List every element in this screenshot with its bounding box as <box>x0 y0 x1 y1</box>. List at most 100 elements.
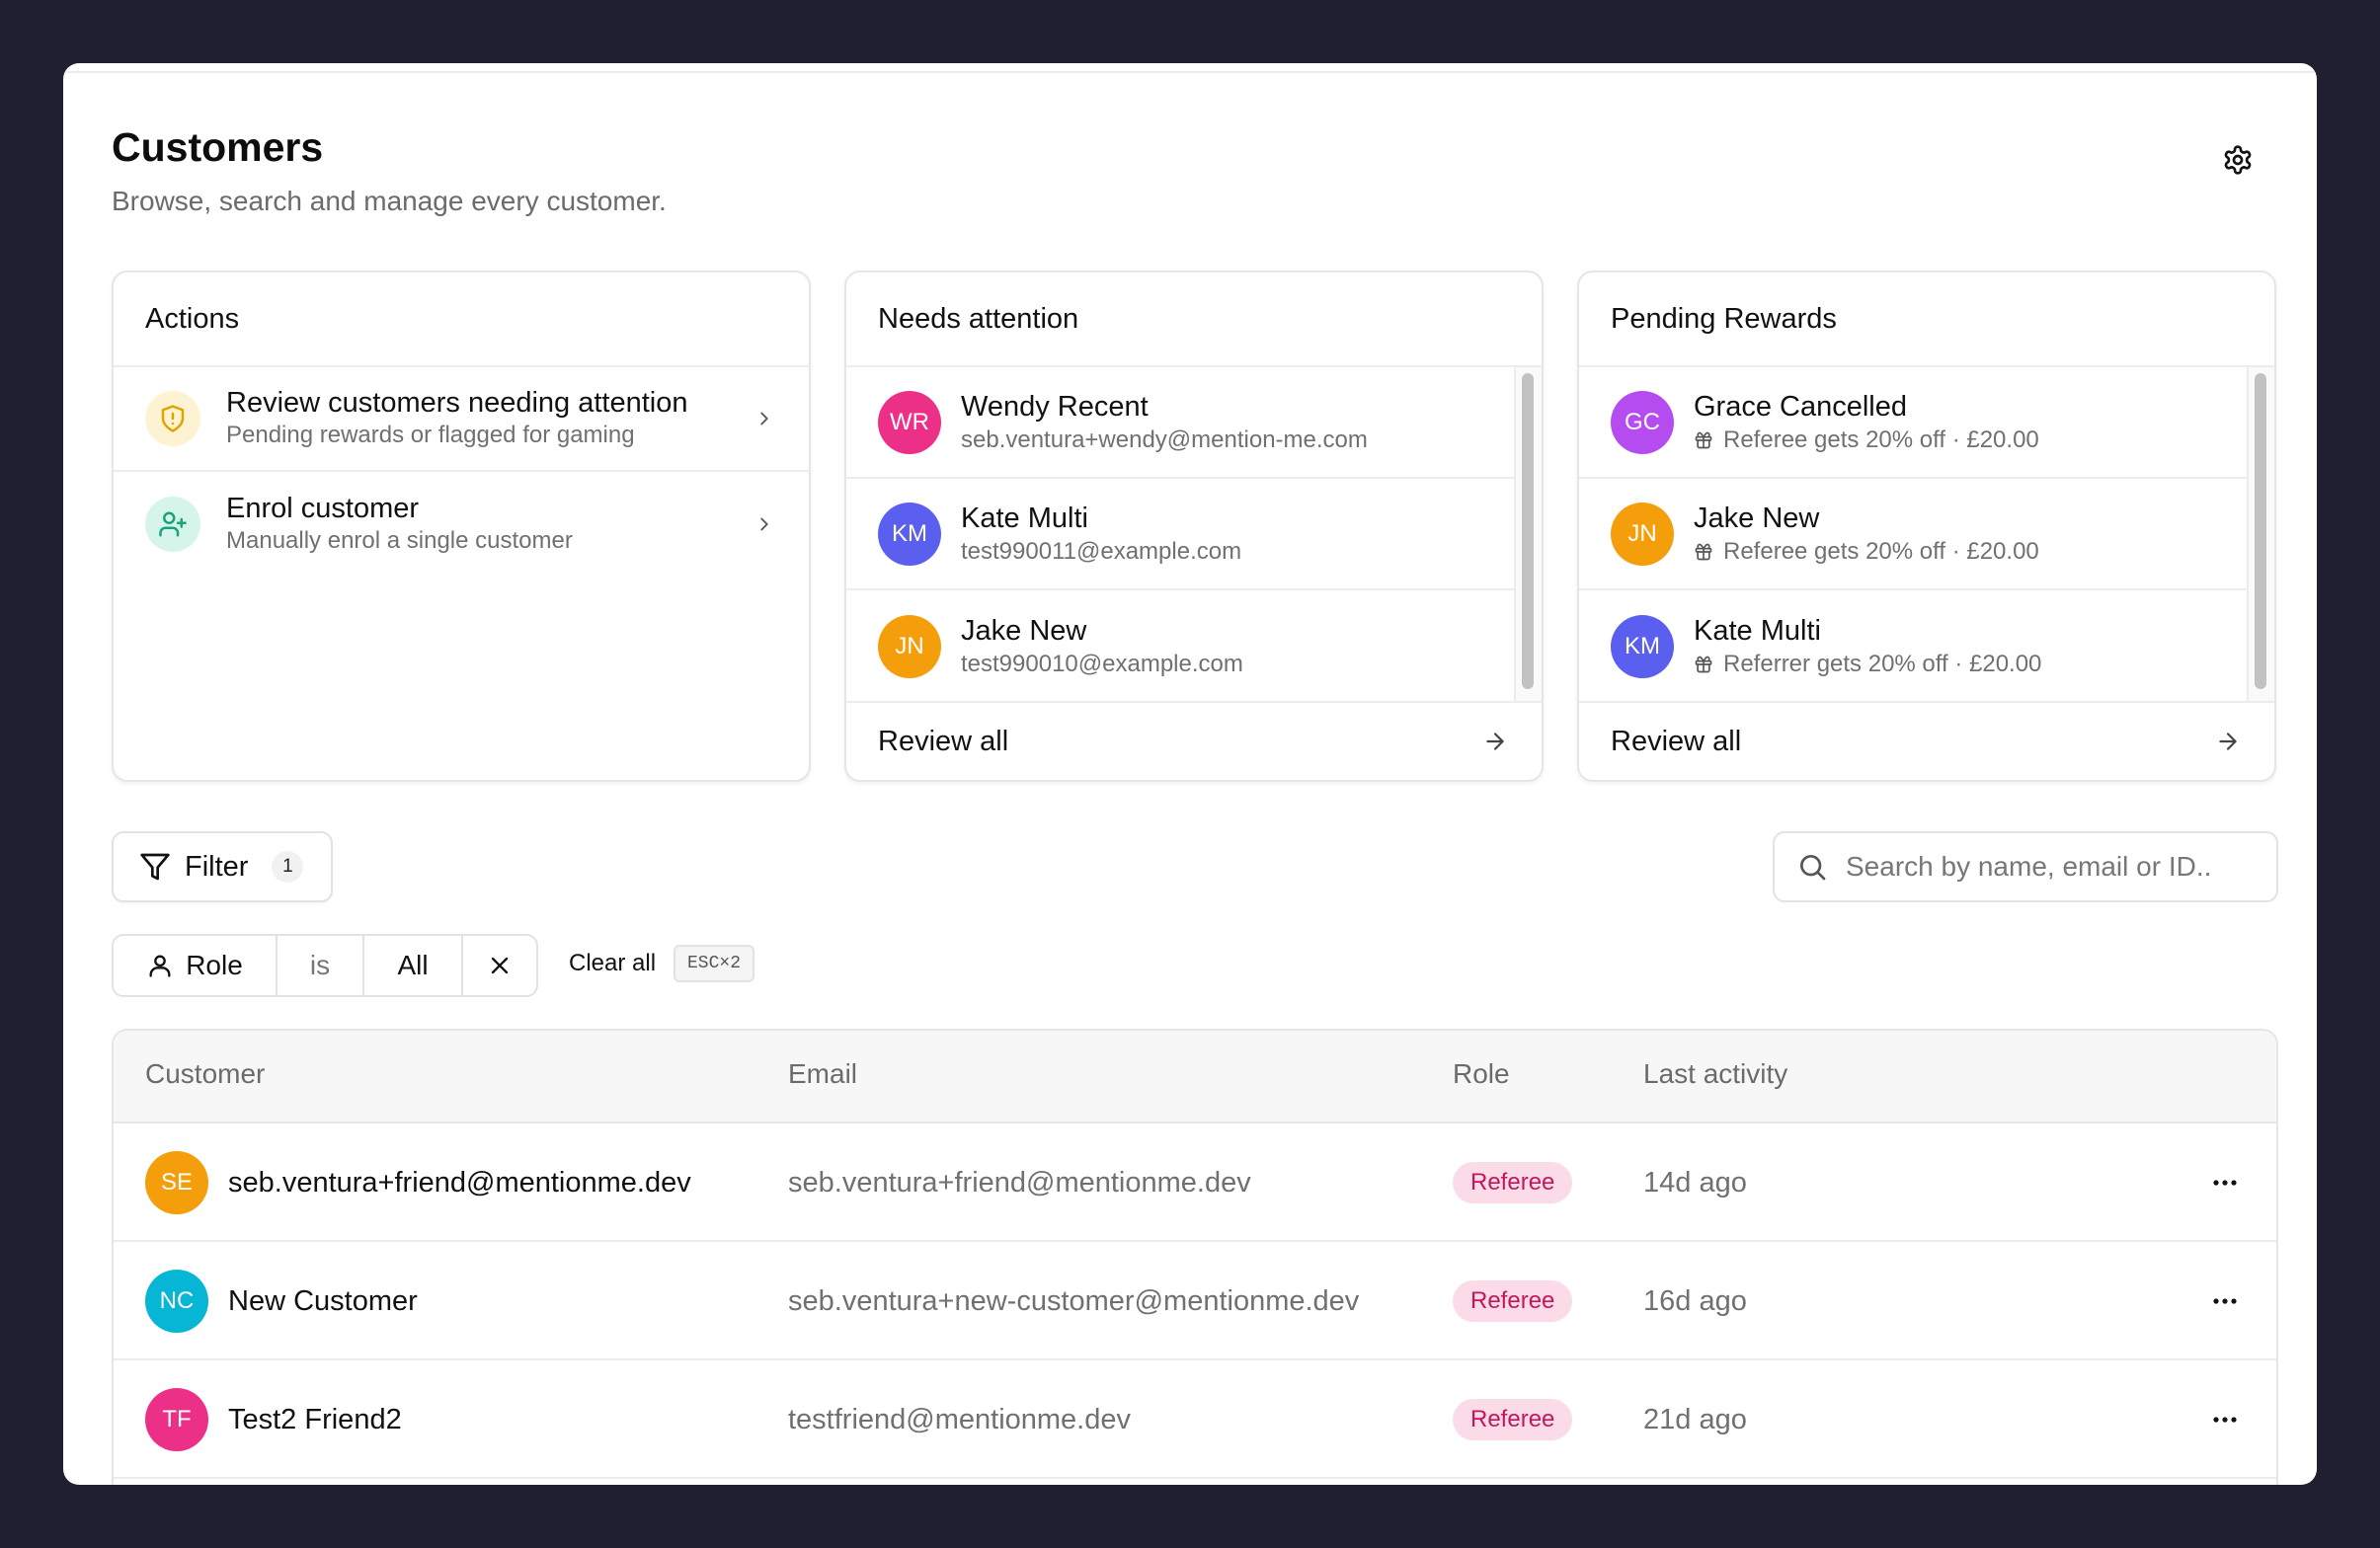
action-title: Review customers needing attention <box>226 387 688 419</box>
customer-email: seb.ventura+wendy@mention-me.com <box>961 426 1368 453</box>
scrollbar[interactable] <box>2247 367 2274 703</box>
customer-name: Kate Multi <box>961 502 1088 534</box>
search-input[interactable] <box>1846 851 2261 883</box>
avatar: WR <box>878 390 941 454</box>
reward-text: Referrer gets 20% off · £20.00 <box>1723 650 2042 677</box>
review-all-label: Review all <box>1611 725 1742 757</box>
table-row[interactable]: TF Test2 Friend2 testfriend@mentionme.de… <box>114 1360 2276 1479</box>
reward-info: Referrer gets 20% off · £20.00 <box>1694 649 2041 680</box>
customer-name: Jake New <box>961 614 1087 647</box>
customer-email: test990011@example.com <box>961 537 1242 565</box>
customer-email: seb.ventura+friend@mentionme.dev <box>788 1166 1251 1199</box>
role-badge: Referee <box>1453 1280 1573 1322</box>
filter-count-badge: 1 <box>272 851 304 883</box>
role-badge: Referee <box>1453 1399 1573 1440</box>
customer-name: seb.ventura+friend@mentionme.dev <box>228 1166 691 1199</box>
user-plus-icon <box>159 511 187 537</box>
scrollbar-thumb[interactable] <box>2255 373 2266 689</box>
action-icon-wrap <box>145 391 200 446</box>
arrow-right-icon <box>2219 733 2237 750</box>
customer-name: Test2 Friend2 <box>228 1403 402 1435</box>
customer-email: seb.ventura+new-customer@mentionme.dev <box>788 1284 1360 1317</box>
list-item[interactable]: JN Jake New test990010@example.com <box>846 590 1514 702</box>
scrollbar[interactable] <box>1514 367 1542 703</box>
chevron-right-icon <box>760 412 768 426</box>
column-header-email[interactable]: Email <box>788 1058 857 1090</box>
filter-label: Filter <box>185 850 249 883</box>
customer-email: testfriend@mentionme.dev <box>788 1403 1131 1435</box>
avatar: GC <box>1611 390 1674 454</box>
gift-icon <box>1695 543 1712 560</box>
reward-text: Referee gets 20% off · £20.00 <box>1723 537 2039 565</box>
list-item[interactable]: GC Grace Cancelled Referee gets 20% off … <box>1579 367 2247 479</box>
list-item[interactable]: JN Jake New Referee gets 20% off · £20.0… <box>1579 479 2247 590</box>
last-activity: 21d ago <box>1643 1403 1747 1435</box>
table-row[interactable]: SE seb.ventura+friend@mentionme.dev seb.… <box>114 1123 2276 1242</box>
customer-name: Grace Cancelled <box>1694 390 1907 423</box>
more-horizontal-icon <box>2213 1180 2237 1186</box>
gear-icon <box>2224 145 2252 175</box>
needs-attention-card: Needs attention WR Wendy Recent seb.vent… <box>844 271 1544 782</box>
clear-all-button[interactable]: Clear all <box>569 950 656 977</box>
review-all-link[interactable]: Review all <box>846 701 1542 780</box>
keyboard-shortcut-hint: ESC×2 <box>674 945 755 982</box>
actions-card: Actions Review customers needing attenti… <box>112 271 811 782</box>
row-actions-button[interactable] <box>2205 1281 2245 1321</box>
action-description: Manually enrol a single customer <box>226 527 573 554</box>
user-icon <box>149 955 171 977</box>
action-title: Enrol customer <box>226 493 420 524</box>
table-row[interactable]: NC New Customer seb.ventura+new-customer… <box>114 1242 2276 1360</box>
last-activity: 16d ago <box>1643 1284 1747 1317</box>
action-description: Pending rewards or flagged for gaming <box>226 422 635 448</box>
close-icon <box>491 957 509 974</box>
row-actions-button[interactable] <box>2205 1400 2245 1439</box>
avatar: TF <box>145 1388 208 1451</box>
avatar: NC <box>145 1270 208 1333</box>
customer-name: New Customer <box>228 1284 418 1317</box>
filter-field[interactable]: Role <box>114 936 278 995</box>
filter-button[interactable]: Filter 1 <box>112 831 333 902</box>
review-all-link[interactable]: Review all <box>1579 701 2274 780</box>
reward-info: Referee gets 20% off · £20.00 <box>1694 536 2039 568</box>
avatar: JN <box>878 614 941 678</box>
customer-email: test990010@example.com <box>961 650 1243 677</box>
review-all-label: Review all <box>878 725 1009 757</box>
filter-value[interactable]: All <box>364 936 463 995</box>
page-title: Customers <box>112 124 324 170</box>
gift-icon <box>1695 431 1712 448</box>
chevron-right-icon <box>760 517 768 531</box>
search-icon <box>1800 855 1826 881</box>
role-filter-chip: Role is All <box>112 934 538 997</box>
list-item[interactable]: WR Wendy Recent seb.ventura+wendy@mentio… <box>846 367 1514 479</box>
role-badge: Referee <box>1453 1162 1573 1203</box>
column-header-customer[interactable]: Customer <box>145 1058 265 1090</box>
list-item[interactable]: KM Kate Multi test990011@example.com <box>846 479 1514 590</box>
pending-rewards-list: GC Grace Cancelled Referee gets 20% off … <box>1579 367 2274 703</box>
arrow-right-icon <box>1486 733 1504 750</box>
action-icon-wrap <box>145 497 200 552</box>
needs-attention-title: Needs attention <box>846 272 1542 367</box>
search-box[interactable] <box>1773 831 2278 902</box>
customer-name: Kate Multi <box>1694 614 1821 647</box>
column-header-role[interactable]: Role <box>1453 1058 1510 1090</box>
customers-window: Customers Browse, search and manage ever… <box>63 63 2317 1485</box>
remove-filter-button[interactable] <box>463 936 536 995</box>
shield-alert-icon <box>161 405 185 432</box>
enrol-customer-action[interactable]: Enrol customer Manually enrol a single c… <box>114 472 809 577</box>
customer-name: Jake New <box>1694 502 1820 534</box>
review-attention-action[interactable]: Review customers needing attention Pendi… <box>114 367 809 472</box>
settings-button[interactable] <box>2216 138 2260 182</box>
pending-rewards-card: Pending Rewards GC Grace Cancelled Refer… <box>1577 271 2276 782</box>
more-horizontal-icon <box>2213 1298 2237 1304</box>
column-header-last-activity[interactable]: Last activity <box>1643 1058 1787 1090</box>
row-actions-button[interactable] <box>2205 1163 2245 1202</box>
table-header: Customer Email Role Last activity <box>114 1031 2276 1123</box>
list-item[interactable]: KM Kate Multi Referrer gets 20% off · £2… <box>1579 590 2247 702</box>
filter-field-label: Role <box>186 950 243 980</box>
scrollbar-thumb[interactable] <box>1522 373 1534 689</box>
avatar: KM <box>878 502 941 566</box>
filter-operator[interactable]: is <box>278 936 364 995</box>
reward-text: Referee gets 20% off · £20.00 <box>1723 426 2039 453</box>
more-horizontal-icon <box>2213 1417 2237 1423</box>
page-subtitle: Browse, search and manage every customer… <box>112 186 667 216</box>
